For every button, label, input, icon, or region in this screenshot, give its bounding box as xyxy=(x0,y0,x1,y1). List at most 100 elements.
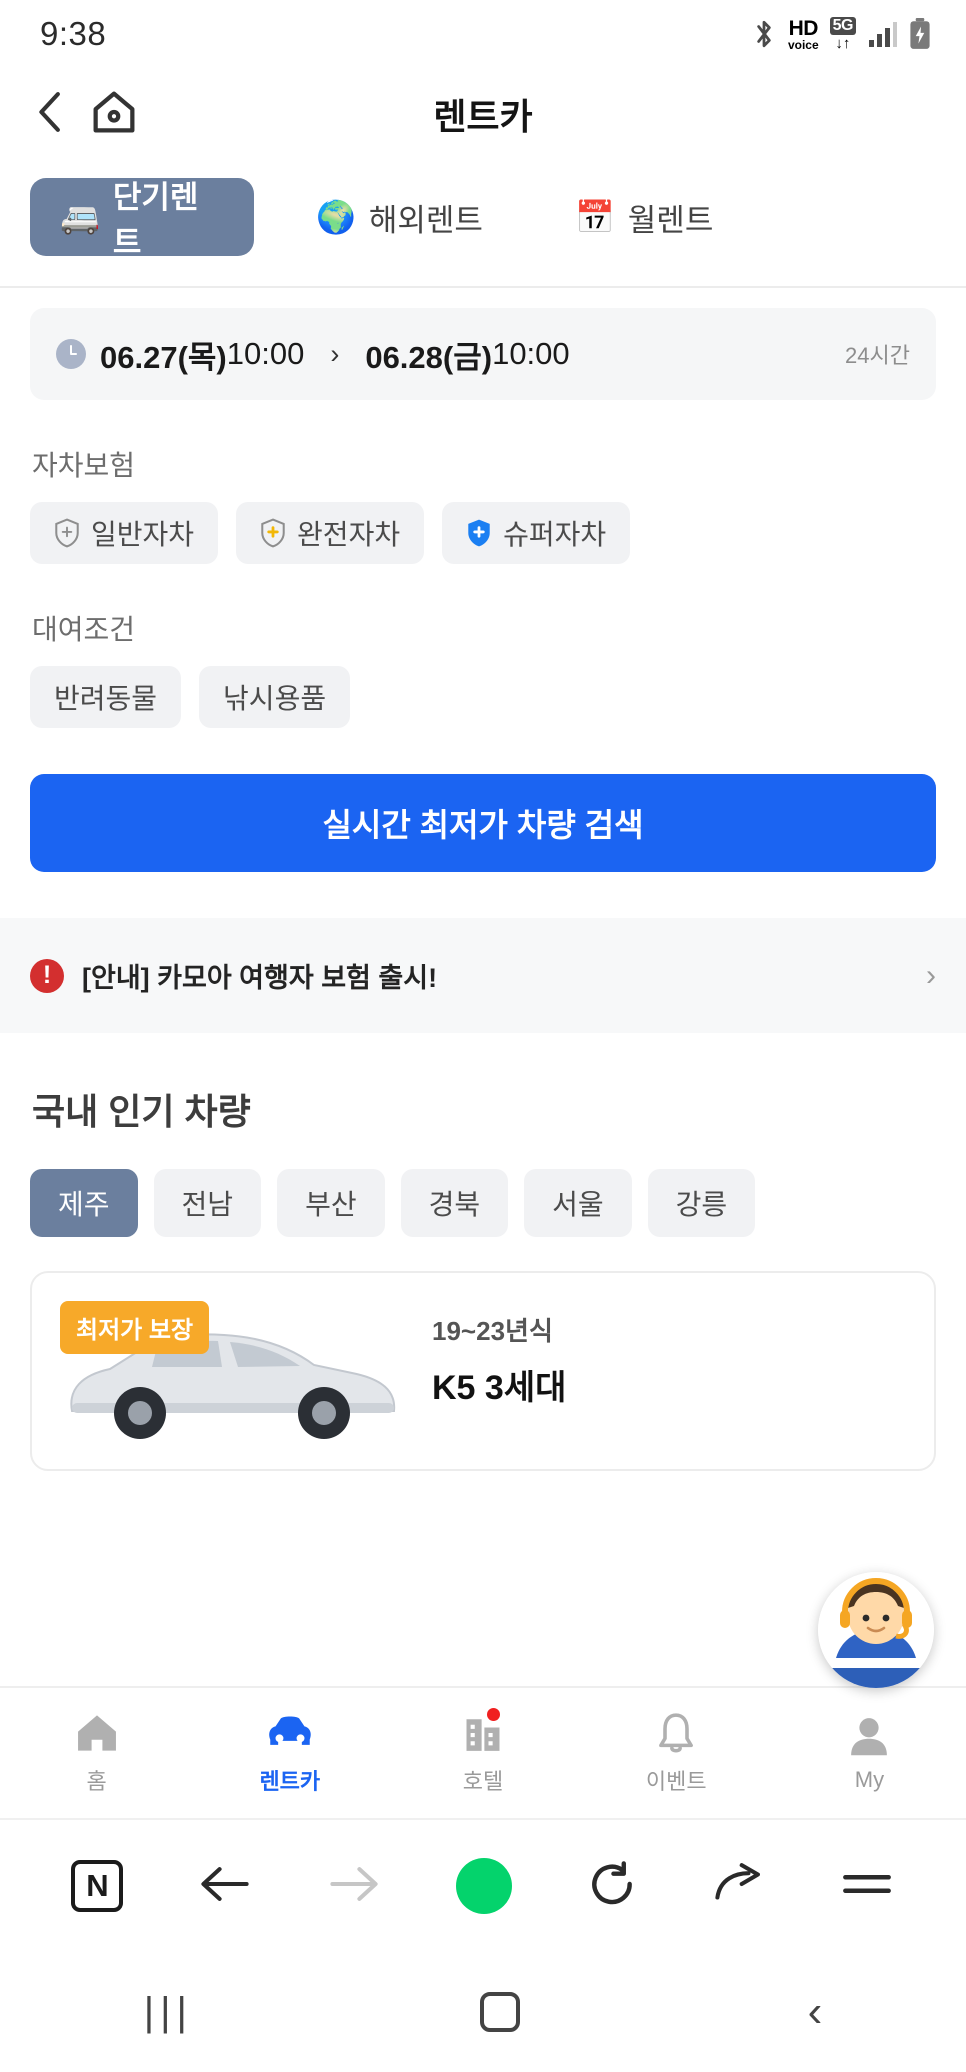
nav-item-rentcar[interactable]: 렌트카 xyxy=(193,1711,386,1796)
notice-banner[interactable]: ! [안내] 카모아 여행자 보험 출시! › xyxy=(30,956,936,995)
phone-screen: 9:38 HD voice 5G ↓↑ 렌트카 🚐 단기렌트 🌍 해외렌트 📅 … xyxy=(0,0,966,2072)
shield-plus-blue-icon xyxy=(468,519,490,547)
headset-agent-avatar xyxy=(818,1572,934,1688)
recents-icon[interactable]: ||| xyxy=(144,1990,193,2035)
rental-duration: 24시간 xyxy=(845,343,910,368)
back-chevron-icon[interactable]: ‹ xyxy=(808,1987,823,2037)
person-icon xyxy=(851,1717,888,1755)
5g-label: 5G xyxy=(829,17,856,35)
calendar-icon: 📅 xyxy=(574,199,615,235)
return-date: 06.28(금) xyxy=(365,339,493,375)
tab-overseas-rent[interactable]: 🌍 해외렌트 xyxy=(286,178,513,256)
condition-option-pets[interactable]: 반려동물 xyxy=(30,666,182,728)
region-chip-jeonnam[interactable]: 전남 xyxy=(153,1169,262,1237)
chip-label: 완전자차 xyxy=(297,519,401,550)
date-range-selector[interactable]: 06.27(목) 10:00 › 06.28(금) 10:00 24시간 xyxy=(30,308,936,400)
pickup-date: 06.27(목) xyxy=(100,339,227,375)
popular-cars-title: 국내 인기 차량 xyxy=(32,1091,251,1132)
home-icon[interactable] xyxy=(90,89,138,140)
nav-label: 홈 xyxy=(86,1768,107,1794)
car-card[interactable]: 최저가 보장 19~23년식 K5 3세대 xyxy=(30,1271,936,1471)
refresh-icon[interactable] xyxy=(587,1860,637,1913)
share-icon[interactable] xyxy=(712,1861,766,1912)
signal-bars-icon xyxy=(867,19,897,49)
shield-plus-gray-icon xyxy=(55,518,79,548)
chip-label: 슈퍼자차 xyxy=(503,519,607,550)
menu-icon[interactable] xyxy=(840,1864,894,1909)
5g-data-icon: 5G ↓↑ xyxy=(829,17,856,52)
nav-label: My xyxy=(854,1766,885,1792)
data-arrows: ↓↑ xyxy=(835,35,851,52)
voice-label: voice xyxy=(787,37,819,52)
car-model-name: K5 3세대 xyxy=(432,1369,567,1407)
chip-label: 반려동물 xyxy=(54,683,158,714)
return-time: 10:00 xyxy=(492,336,570,371)
insurance-option-general[interactable]: 일반자차 xyxy=(30,502,219,564)
nav-item-home[interactable]: 홈 xyxy=(0,1711,193,1796)
region-chip-seoul[interactable]: 서울 xyxy=(524,1169,632,1237)
chip-label: 일반자차 xyxy=(91,519,195,550)
notice-banner-wrapper: ! [안내] 카모아 여행자 보험 출시! › xyxy=(0,918,966,1033)
nav-item-my[interactable]: My xyxy=(773,1714,966,1793)
android-system-nav: ||| ‹ xyxy=(0,1952,966,2072)
van-icon: 🚐 xyxy=(60,199,100,235)
notification-dot-badge xyxy=(486,1707,500,1721)
car-year-range: 19~23년식 xyxy=(432,1316,553,1346)
pickup-time: 10:00 xyxy=(226,336,305,371)
region-chip-gangneung[interactable]: 강릉 xyxy=(647,1169,756,1237)
tab-label: 해외렌트 xyxy=(368,202,483,238)
chevron-right-icon: › xyxy=(926,958,936,992)
forward-arrow-icon xyxy=(327,1861,381,1912)
region-chip-jeju[interactable]: 제주 xyxy=(30,1169,138,1237)
range-arrow-icon: › xyxy=(330,338,340,369)
region-chip-busan[interactable]: 부산 xyxy=(277,1169,385,1237)
chevron-left-icon[interactable] xyxy=(34,90,68,139)
page-header: 렌트카 xyxy=(0,68,966,160)
popular-cars-section: 국내 인기 차량 제주 전남 부산 경북 서울 강릉 최저가 보장 19~23년… xyxy=(0,1083,966,1471)
insurance-option-super[interactable]: 슈퍼자차 xyxy=(442,502,631,564)
insurance-option-full[interactable]: 완전자차 xyxy=(236,502,425,564)
nav-label: 렌트카 xyxy=(259,1768,321,1794)
notice-text: [안내] 카모아 여행자 보험 출시! xyxy=(82,963,438,993)
hd-label: HD xyxy=(788,16,819,40)
chip-label: 낚시용품 xyxy=(223,683,327,714)
clock-icon xyxy=(56,339,86,369)
conditions-section: 대여조건 반려동물 낚시용품 xyxy=(0,608,966,728)
header-divider xyxy=(0,286,966,288)
car-info: 19~23년식 K5 3세대 xyxy=(432,1273,566,1409)
insurance-chip-row: 일반자차 완전자차 슈퍼자차 xyxy=(30,502,936,564)
tab-label: 단기렌트 xyxy=(112,180,199,260)
tab-short-term-rent[interactable]: 🚐 단기렌트 xyxy=(30,178,254,260)
browser-toolbar: N xyxy=(0,1818,966,1952)
condition-option-fishing[interactable]: 낚시용품 xyxy=(199,666,351,728)
status-time: 9:38 xyxy=(40,15,107,52)
record-circle-icon[interactable] xyxy=(455,1858,512,1914)
car-icon xyxy=(269,1716,311,1745)
insurance-section: 자차보험 일반자차 완전자차 슈퍼자차 xyxy=(0,444,966,564)
consultant-chat-button[interactable] xyxy=(818,1572,934,1688)
region-filter-row: 제주 전남 부산 경북 서울 강릉 xyxy=(0,1169,966,1237)
bluetooth-icon xyxy=(751,18,777,50)
nav-item-hotel[interactable]: 호텔 xyxy=(386,1707,579,1796)
alert-circle-icon: ! xyxy=(30,958,64,993)
home-square-icon[interactable] xyxy=(480,1992,521,2032)
rental-type-tabs: 🚐 단기렌트 🌍 해외렌트 📅 월렌트 xyxy=(0,160,966,286)
page-title: 렌트카 xyxy=(433,96,533,137)
battery-charging-icon xyxy=(908,18,932,50)
insurance-label: 자차보험 xyxy=(32,450,136,481)
tab-monthly-rent[interactable]: 📅 월렌트 xyxy=(545,178,743,256)
tab-label: 월렌트 xyxy=(627,202,714,238)
nav-item-event[interactable]: 이벤트 xyxy=(580,1711,773,1796)
home-icon xyxy=(77,1714,116,1751)
conditions-label: 대여조건 xyxy=(32,614,136,645)
conditions-chip-row: 반려동물 낚시용품 xyxy=(30,666,936,728)
status-icon-group: HD voice 5G ↓↑ xyxy=(751,17,932,51)
hd-voice-icon: HD voice xyxy=(788,18,819,51)
lowest-price-badge: 최저가 보장 xyxy=(60,1301,210,1354)
back-arrow-icon[interactable] xyxy=(198,1861,252,1912)
naver-logo-icon[interactable]: N xyxy=(71,1860,124,1912)
search-button[interactable]: 실시간 최저가 차량 검색 xyxy=(30,774,936,872)
nav-label: 이벤트 xyxy=(645,1768,707,1794)
region-chip-gyeongbuk[interactable]: 경북 xyxy=(400,1169,509,1237)
nav-label: 호텔 xyxy=(462,1768,504,1794)
